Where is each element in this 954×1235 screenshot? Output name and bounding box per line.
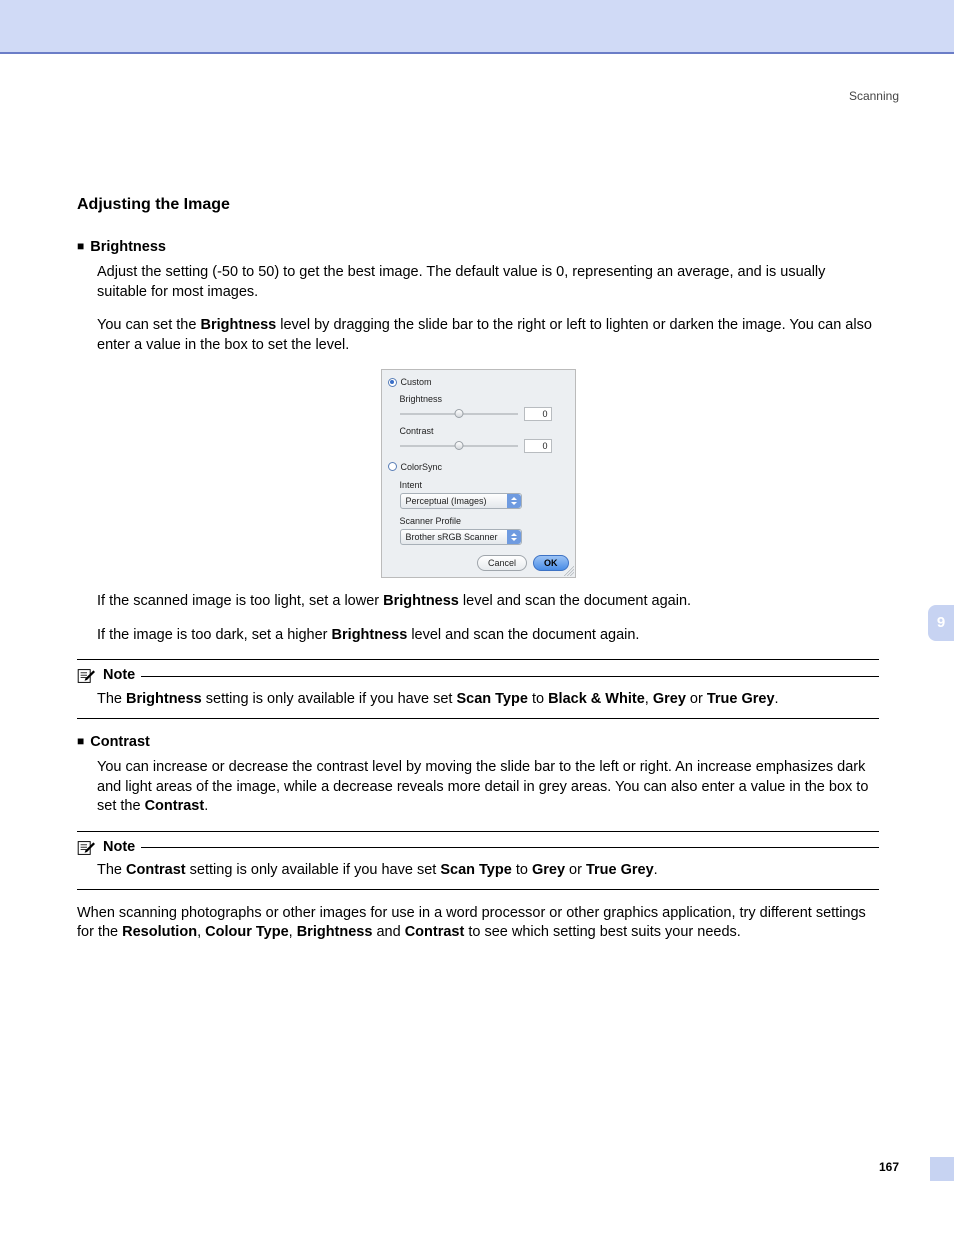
text: to bbox=[528, 691, 548, 707]
text: . bbox=[204, 798, 208, 814]
text: or bbox=[686, 691, 707, 707]
note-body: The Contrast setting is only available i… bbox=[97, 861, 879, 881]
contrast-para-1: You can increase or decrease the contras… bbox=[97, 758, 879, 817]
dropdown-value: Brother sRGB Scanner bbox=[406, 531, 498, 543]
brightness-heading: Brightness bbox=[77, 238, 879, 258]
bold-text: Contrast bbox=[405, 924, 465, 940]
note-label: Note bbox=[103, 666, 135, 686]
brightness-value[interactable]: 0 bbox=[524, 407, 552, 421]
brightness-para-2: You can set the Brightness level by drag… bbox=[97, 316, 879, 355]
intent-label: Intent bbox=[400, 479, 569, 491]
text: , bbox=[289, 924, 297, 940]
dropdown-value: Perceptual (Images) bbox=[406, 495, 487, 507]
note-block-1: Note The Brightness setting is only avai… bbox=[77, 659, 879, 718]
text: You can increase or decrease the contras… bbox=[97, 759, 868, 814]
colorsync-radio-row[interactable]: ColorSync bbox=[388, 461, 569, 473]
top-band bbox=[0, 0, 954, 54]
radio-icon bbox=[388, 378, 397, 387]
bold-text: Brightness bbox=[126, 691, 202, 707]
slider-thumb[interactable] bbox=[454, 409, 463, 418]
bold-text: Scan Type bbox=[456, 691, 527, 707]
page-number: 167 bbox=[879, 1159, 899, 1175]
bold-text: Brightness bbox=[383, 593, 459, 609]
text: If the scanned image is too light, set a… bbox=[97, 593, 383, 609]
text: You can set the bbox=[97, 317, 200, 333]
bold-text: True Grey bbox=[707, 691, 775, 707]
contrast-slider[interactable] bbox=[400, 445, 518, 447]
dialog-screenshot: Custom Brightness 0 Contrast 0 ColorSync… bbox=[77, 369, 879, 578]
bold-text: Contrast bbox=[145, 798, 205, 814]
corner-tab bbox=[930, 1157, 954, 1181]
bold-text: Brightness bbox=[200, 317, 276, 333]
note-body: The Brightness setting is only available… bbox=[97, 690, 879, 710]
note-pencil-icon bbox=[77, 840, 97, 856]
bold-text: Grey bbox=[653, 691, 686, 707]
custom-radio-row[interactable]: Custom bbox=[388, 376, 569, 388]
chapter-tab[interactable]: 9 bbox=[928, 605, 954, 641]
radio-icon bbox=[388, 462, 397, 471]
contrast-value[interactable]: 0 bbox=[524, 439, 552, 453]
text: , bbox=[645, 691, 653, 707]
page-content: Adjusting the Image Brightness Adjust th… bbox=[0, 54, 954, 943]
brightness-slider[interactable] bbox=[400, 413, 518, 415]
custom-label: Custom bbox=[401, 376, 432, 388]
colorsync-label: ColorSync bbox=[401, 461, 443, 473]
chevron-updown-icon bbox=[507, 530, 521, 544]
resize-grip-icon[interactable] bbox=[564, 566, 574, 576]
text: level and scan the document again. bbox=[459, 593, 691, 609]
text: The bbox=[97, 691, 126, 707]
text: setting is only available if you have se… bbox=[202, 691, 457, 707]
section-header: Scanning bbox=[849, 88, 899, 104]
settings-dialog: Custom Brightness 0 Contrast 0 ColorSync… bbox=[381, 369, 576, 578]
brightness-label: Brightness bbox=[400, 393, 569, 405]
profile-label: Scanner Profile bbox=[400, 515, 569, 527]
intent-dropdown[interactable]: Perceptual (Images) bbox=[400, 493, 522, 509]
contrast-heading: Contrast bbox=[77, 733, 879, 753]
slider-thumb[interactable] bbox=[454, 441, 463, 450]
closing-para: When scanning photographs or other image… bbox=[77, 904, 879, 943]
text: . bbox=[775, 691, 779, 707]
bold-text: Black & White bbox=[548, 691, 645, 707]
bold-text: Resolution bbox=[122, 924, 197, 940]
contrast-label: Contrast bbox=[400, 425, 569, 437]
page-title: Adjusting the Image bbox=[77, 194, 879, 216]
brightness-para-1: Adjust the setting (-50 to 50) to get th… bbox=[97, 263, 879, 302]
divider bbox=[141, 676, 879, 677]
text: to see which setting best suits your nee… bbox=[464, 924, 740, 940]
bold-text: Brightness bbox=[332, 627, 408, 643]
bold-text: True Grey bbox=[586, 862, 654, 878]
text: The bbox=[97, 862, 126, 878]
text: setting is only available if you have se… bbox=[186, 862, 441, 878]
text: , bbox=[197, 924, 205, 940]
chevron-updown-icon bbox=[507, 494, 521, 508]
bold-text: Contrast bbox=[126, 862, 186, 878]
bold-text: Colour Type bbox=[205, 924, 289, 940]
profile-dropdown[interactable]: Brother sRGB Scanner bbox=[400, 529, 522, 545]
brightness-para-4: If the image is too dark, set a higher B… bbox=[97, 626, 879, 646]
text: to bbox=[512, 862, 532, 878]
divider bbox=[141, 847, 879, 848]
text: . bbox=[654, 862, 658, 878]
bold-text: Grey bbox=[532, 862, 565, 878]
note-pencil-icon bbox=[77, 668, 97, 684]
bold-text: Brightness bbox=[297, 924, 373, 940]
text: and bbox=[372, 924, 404, 940]
brightness-para-3: If the scanned image is too light, set a… bbox=[97, 592, 879, 612]
cancel-button[interactable]: Cancel bbox=[477, 555, 527, 571]
text: level and scan the document again. bbox=[407, 627, 639, 643]
bold-text: Scan Type bbox=[440, 862, 511, 878]
note-block-2: Note The Contrast setting is only availa… bbox=[77, 831, 879, 890]
text: or bbox=[565, 862, 586, 878]
note-label: Note bbox=[103, 838, 135, 858]
text: If the image is too dark, set a higher bbox=[97, 627, 332, 643]
